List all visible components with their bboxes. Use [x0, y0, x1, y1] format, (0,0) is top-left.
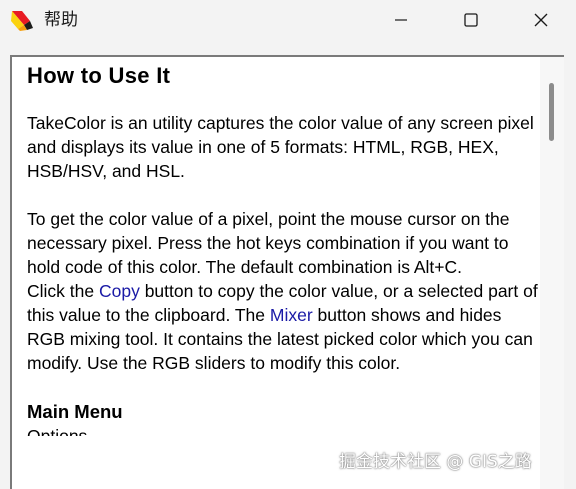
cut-off-line: Options — [27, 426, 88, 436]
mixer-link[interactable]: Mixer — [270, 305, 313, 325]
buttons-paragraph: Click the Copy button to copy the color … — [27, 279, 540, 375]
help-window: 帮助 How to Use It TakeColor is an utility… — [0, 0, 576, 489]
help-document[interactable]: How to Use It TakeColor is an utility ca… — [12, 57, 540, 489]
main-menu-heading: Main Menu — [27, 401, 123, 422]
help-content-frame: How to Use It TakeColor is an utility ca… — [10, 55, 564, 489]
maximize-icon — [464, 13, 478, 27]
vertical-scrollbar[interactable] — [540, 57, 564, 489]
page-title: How to Use It — [27, 63, 171, 88]
watermark: 掘金技术社区 @ GIS之路 — [339, 452, 532, 472]
scrollbar-thumb[interactable] — [549, 83, 554, 141]
minimize-button[interactable] — [366, 0, 436, 40]
usage-paragraph: To get the color value of a pixel, point… — [27, 209, 510, 277]
takecolor-app-icon — [11, 11, 33, 31]
copy-link[interactable]: Copy — [99, 281, 140, 301]
buttons-text-1: Click the — [27, 281, 99, 301]
close-icon — [534, 13, 548, 27]
window-title: 帮助 — [44, 10, 78, 30]
title-bar[interactable]: 帮助 — [0, 0, 576, 40]
close-button[interactable] — [506, 0, 576, 40]
intro-paragraph: TakeColor is an utility captures the col… — [27, 113, 534, 181]
minimize-icon — [395, 19, 407, 21]
maximize-button[interactable] — [436, 0, 506, 40]
